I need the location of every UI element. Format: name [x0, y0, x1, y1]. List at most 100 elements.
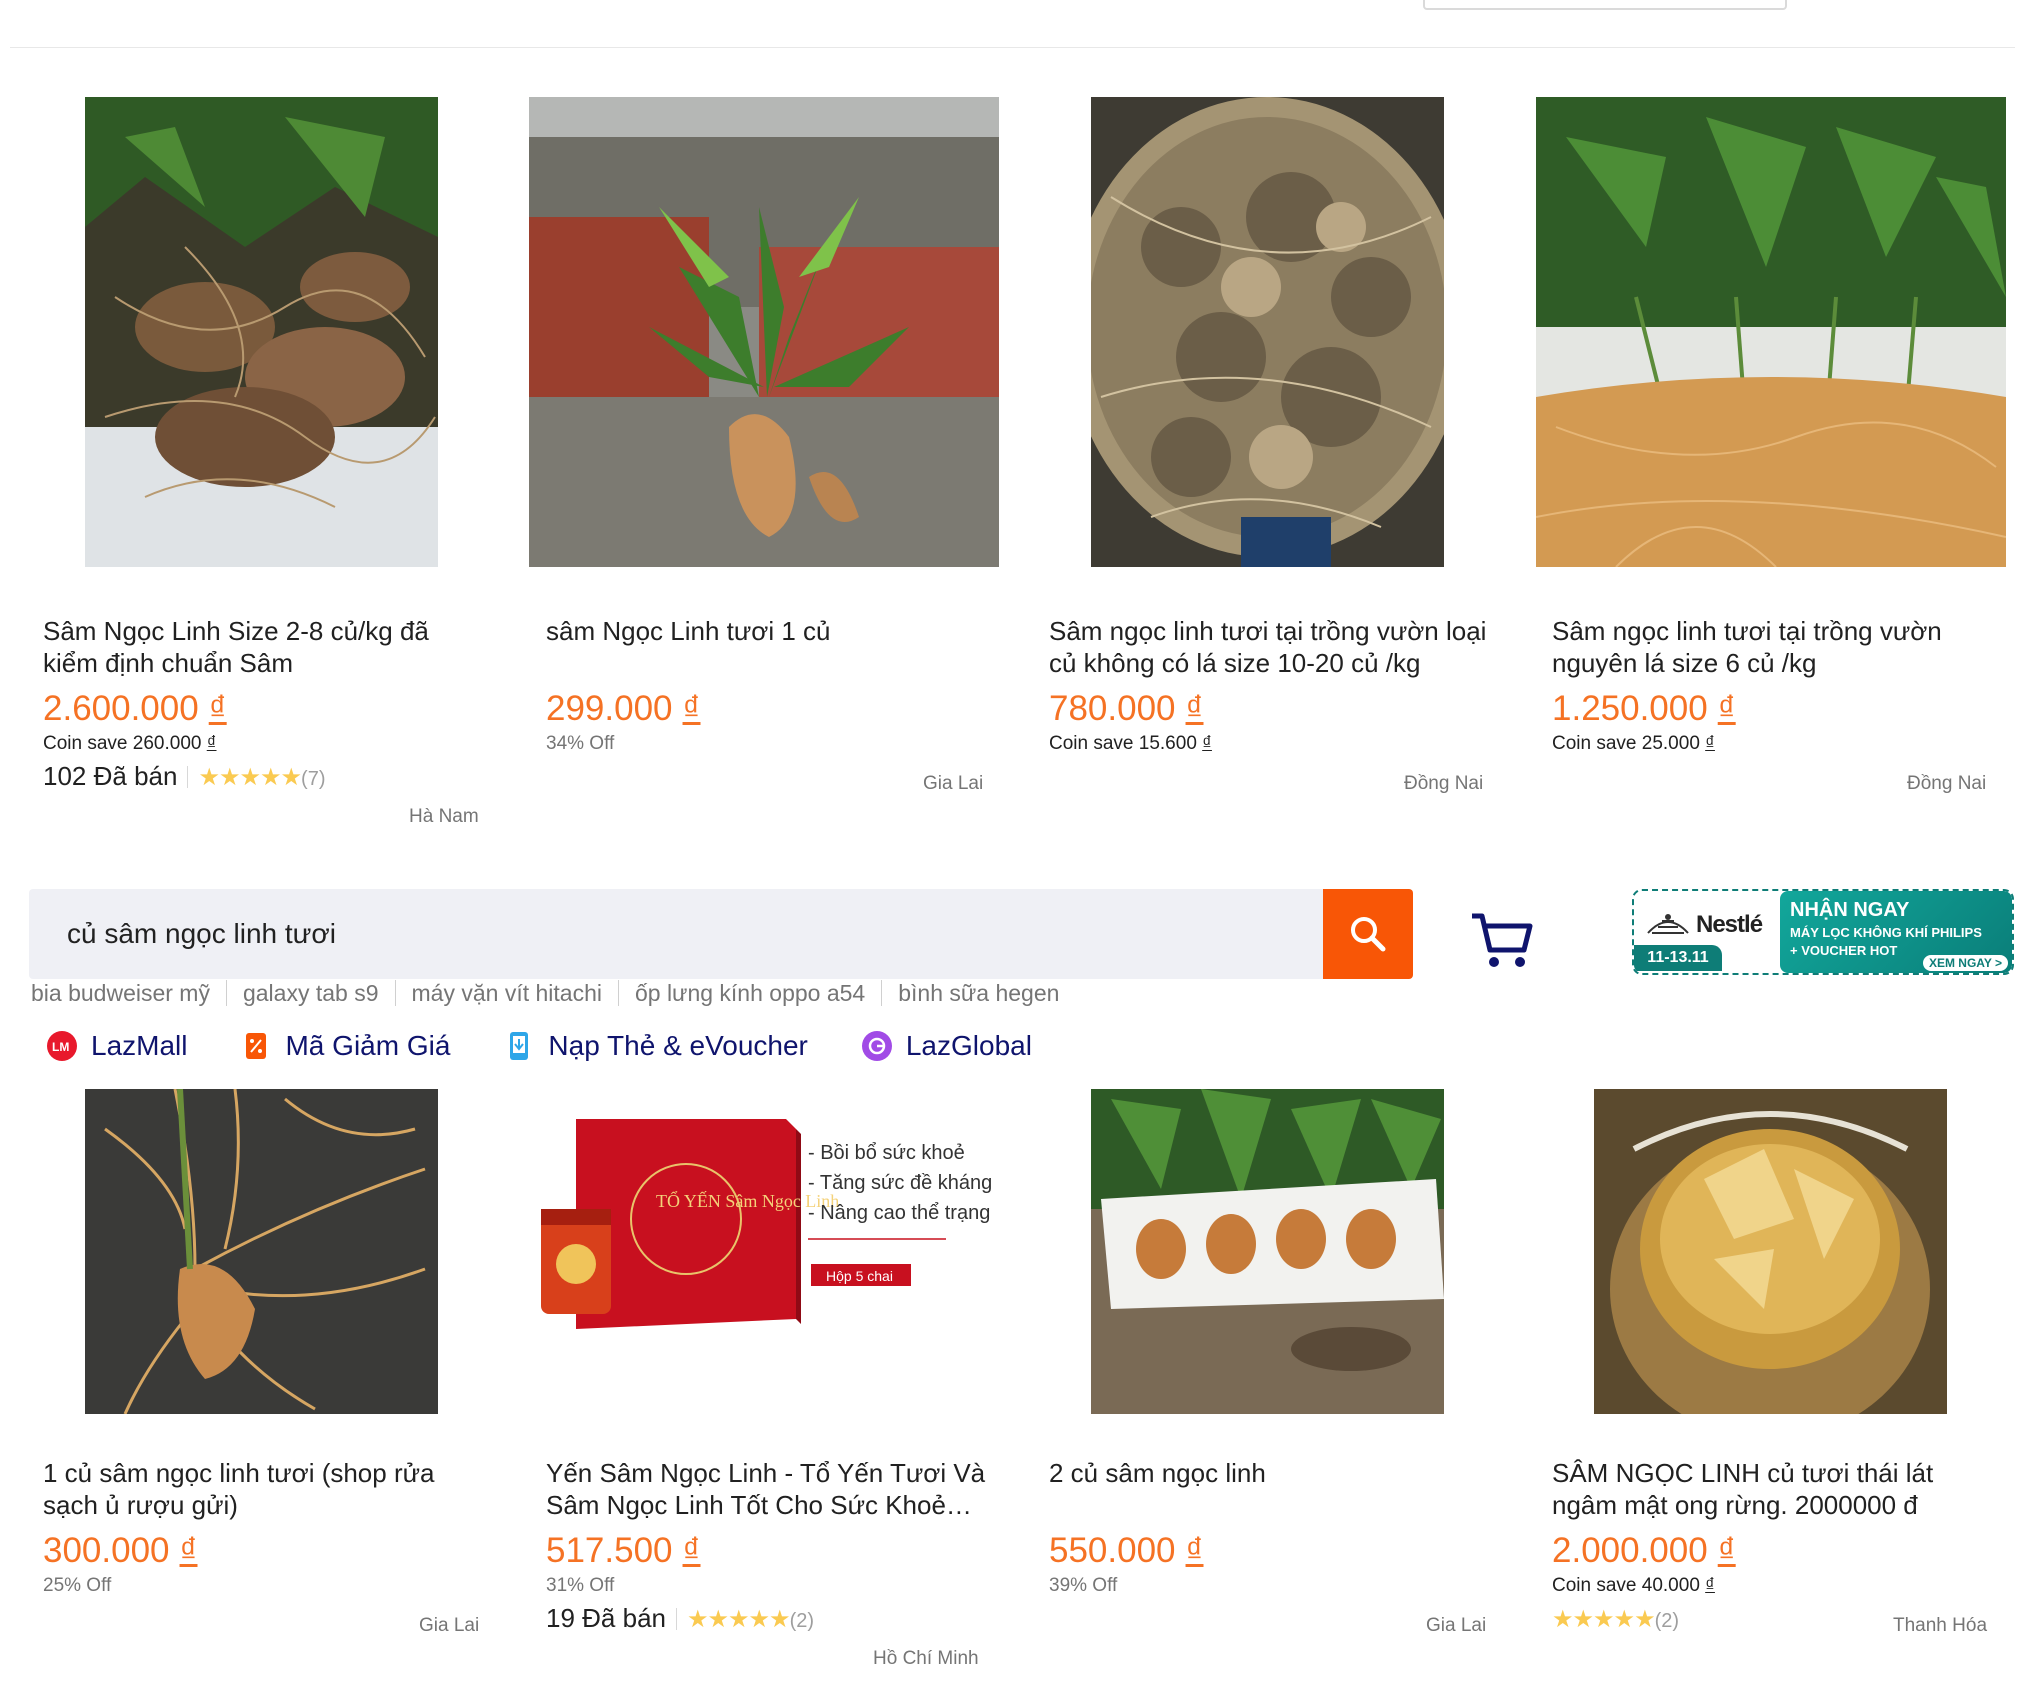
svg-text:- Bồi bổ sức khoẻ: - Bồi bổ sức khoẻ	[808, 1142, 965, 1164]
suggestion-link[interactable]: máy vặn vít hitachi	[394, 980, 618, 1006]
product-price: 1.250.000 ₫	[1552, 689, 1736, 728]
product-price: 299.000 ₫	[546, 689, 701, 728]
sold-count: 19 Đã bán	[546, 1603, 666, 1633]
promo-line-2: MÁY LỌC KHÔNG KHÍ PHILIPS	[1790, 925, 1982, 940]
star-rating-icon: ★★★★★	[686, 1606, 791, 1633]
header-divider	[10, 47, 2015, 48]
star-rating-icon: ★★★★★	[1552, 1606, 1656, 1633]
rating-count: (2)	[1654, 1610, 1680, 1632]
product-price: 2.600.000 ₫	[43, 689, 227, 728]
product-price: 2.000.000 ₫	[1552, 1531, 1736, 1570]
star-rating-icon: ★★★★★	[198, 764, 302, 791]
product-price: 780.000 ₫	[1049, 689, 1204, 728]
nav-label: Nạp Thẻ & eVoucher	[548, 1030, 808, 1061]
sold-count: 102 Đã bán	[43, 761, 178, 791]
lazmall-icon: LM	[47, 1031, 77, 1061]
promo-line-3: + VOUCHER HOT	[1790, 943, 1898, 958]
nestle-nest-logo-icon	[1647, 914, 1689, 934]
coin-save-text: Coin save 25.000 ₫	[1552, 733, 1715, 754]
promo-headline: NHẬN NGAY	[1790, 899, 1910, 921]
seller-location: Gia Lai	[923, 773, 984, 794]
promo-date: 11-13.11	[1634, 945, 1722, 971]
seller-location: Hồ Chí Minh	[873, 1648, 979, 1669]
nav-lazglobal[interactable]: LazGlobal	[861, 1030, 1032, 1062]
seller-location: Đồng Nai	[1907, 773, 1987, 794]
search-suggestions: bia budweiser mỹ galaxy tab s9 máy vặn v…	[31, 980, 1075, 1006]
product-card[interactable]: Sâm ngọc linh tươi tại trồng vườn nguyên…	[1536, 97, 2012, 794]
nav-label: Mã Giảm Giá	[285, 1030, 451, 1061]
product-title[interactable]: Sâm ngọc linh tươi tại trồng vườn loại c…	[1049, 615, 1489, 679]
seller-location: Đồng Nai	[1404, 773, 1484, 794]
coin-save-text: Coin save 260.000 ₫	[43, 733, 217, 754]
nav-label: LazGlobal	[905, 1030, 1032, 1061]
product-title[interactable]: Sâm Ngọc Linh Size 2-8 củ/kg đã kiểm địn…	[43, 615, 483, 679]
suggestion-link[interactable]: bia budweiser mỹ	[31, 980, 226, 1006]
product-card[interactable]: Sâm ngọc linh tươi tại trồng vườn loại c…	[1039, 97, 1509, 794]
discount-text: 34% Off	[546, 733, 615, 754]
nav-voucher[interactable]: Mã Giảm Giá	[241, 1030, 450, 1062]
product-image[interactable]	[529, 97, 1006, 567]
product-title[interactable]: 2 củ sâm ngọc linh	[1049, 1457, 1489, 1489]
seller-location: Gia Lai	[419, 1615, 480, 1636]
discount-text: 25% Off	[43, 1575, 112, 1596]
coin-save-text: Coin save 15.600 ₫	[1049, 733, 1212, 754]
svg-text:LM: LM	[52, 1040, 69, 1053]
product-title[interactable]: 1 củ sâm ngọc linh tươi (shop rửa sạch ủ…	[43, 1457, 483, 1521]
phone-topup-icon	[504, 1031, 534, 1061]
rating: ★★★★★(2)	[1552, 1603, 1679, 1634]
product-image[interactable]	[1542, 1089, 2012, 1414]
cart-icon[interactable]	[1470, 910, 1534, 975]
ginseng-with-leaves-photo	[1536, 97, 2006, 567]
sold-and-rating: 19 Đã bán ★★★★★(2)	[546, 1603, 814, 1634]
ginseng-roots-photo	[85, 97, 438, 567]
product-image[interactable]	[1039, 1089, 1509, 1414]
product-image[interactable]	[33, 97, 503, 567]
ginseng-honey-jar-photo	[1594, 1089, 1947, 1414]
nav-lazmall[interactable]: LM LazMall	[47, 1030, 187, 1062]
product-image[interactable]	[1039, 97, 1509, 567]
top-search-field-edge[interactable]	[1423, 0, 1787, 10]
divider	[675, 1607, 677, 1630]
coin-save-text: Coin save 40.000 ₫	[1552, 1575, 1715, 1596]
svg-text:- Tăng sức đề kháng: - Tăng sức đề kháng	[808, 1172, 992, 1194]
product-card[interactable]: SÂM NGỌC LINH củ tươi thái lát ngâm mật …	[1542, 1089, 2012, 1636]
rating-count: (7)	[301, 768, 326, 790]
product-title[interactable]: sâm Ngọc Linh tươi 1 củ	[546, 615, 986, 647]
promo-brand: Nestlé	[1696, 911, 1763, 938]
suggestion-link[interactable]: bình sữa hegen	[881, 980, 1075, 1006]
product-price: 300.000 ₫	[43, 1531, 198, 1570]
suggestion-link[interactable]: ốp lưng kính oppo a54	[617, 980, 881, 1006]
discount-text: 31% Off	[546, 1575, 615, 1596]
seller-location: Gia Lai	[1426, 1615, 1487, 1636]
voucher-icon	[241, 1031, 271, 1061]
seller-location: Hà Nam	[409, 806, 479, 827]
nav-label: LazMall	[91, 1030, 188, 1061]
ginseng-basket-photo	[1091, 97, 1444, 567]
promo-offer: NHẬN NGAY MÁY LỌC KHÔNG KHÍ PHILIPS + VO…	[1780, 891, 2012, 973]
seller-location: Thanh Hóa	[1893, 1615, 1988, 1636]
product-title[interactable]: Yến Sâm Ngọc Linh - Tổ Yến Tươi Và Sâm N…	[546, 1457, 986, 1521]
product-card[interactable]: 2 củ sâm ngọc linh 550.000 ₫ 39% Off Gia …	[1039, 1089, 1509, 1636]
nav-topup[interactable]: Nạp Thẻ & eVoucher	[504, 1030, 808, 1062]
product-card[interactable]: TỔ YẾN Sâm Ngọc Linh - Bồi bổ sức khoẻ -…	[536, 1089, 1006, 1669]
search-button[interactable]	[1323, 889, 1413, 979]
product-card[interactable]: sâm Ngọc Linh tươi 1 củ 299.000 ₫ 34% Off…	[529, 97, 1006, 794]
product-image[interactable]	[33, 1089, 503, 1414]
search-bar	[29, 889, 1323, 979]
promo-cta-button[interactable]: XEM NGAY >	[1922, 955, 2008, 971]
product-title[interactable]: SÂM NGỌC LINH củ tươi thái lát ngâm mật …	[1552, 1457, 1992, 1521]
svg-text:- Nâng cao thể trạng: - Nâng cao thể trạng	[808, 1202, 990, 1224]
product-image[interactable]	[1536, 97, 2012, 567]
promo-banner[interactable]: Nestlé 11-13.11 NHẬN NGAY MÁY LỌC KHÔNG …	[1632, 889, 2014, 975]
single-ginseng-root-photo	[85, 1089, 438, 1414]
product-price: 550.000 ₫	[1049, 1531, 1204, 1570]
product-card[interactable]: 1 củ sâm ngọc linh tươi (shop rửa sạch ủ…	[33, 1089, 503, 1636]
divider	[187, 765, 189, 788]
product-card[interactable]: Sâm Ngọc Linh Size 2-8 củ/kg đã kiểm địn…	[33, 97, 503, 827]
product-title[interactable]: Sâm ngọc linh tươi tại trồng vườn nguyên…	[1552, 615, 1992, 679]
search-input[interactable]	[67, 889, 1287, 979]
product-image[interactable]: TỔ YẾN Sâm Ngọc Linh - Bồi bổ sức khoẻ -…	[536, 1089, 1006, 1414]
ginseng-plants-tray-photo	[1091, 1089, 1444, 1414]
rating-count: (2)	[789, 1610, 815, 1632]
suggestion-link[interactable]: galaxy tab s9	[225, 980, 395, 1006]
